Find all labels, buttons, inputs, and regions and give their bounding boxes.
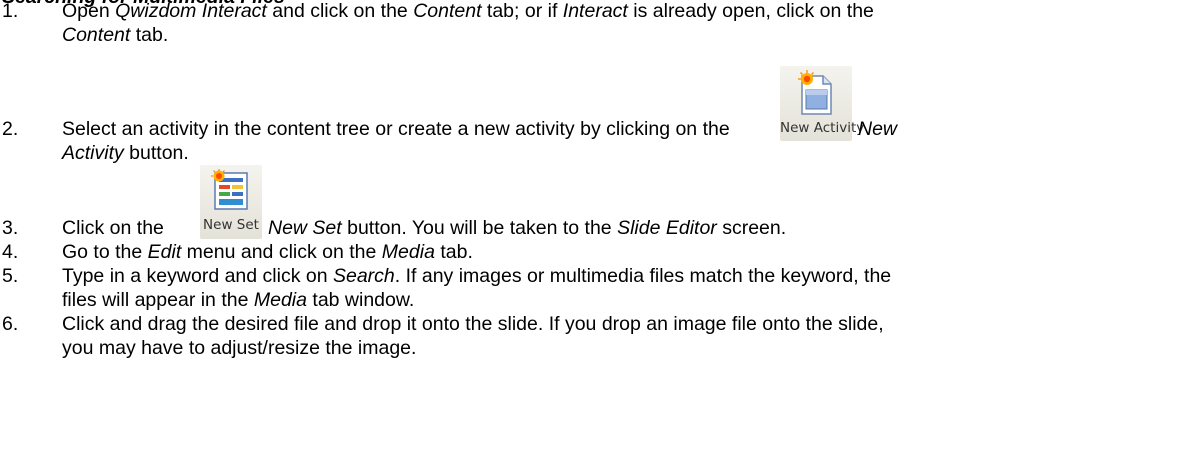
step-1-number: 1. bbox=[2, 0, 19, 22]
text-run: Click on the bbox=[62, 217, 164, 239]
text-run: Content bbox=[413, 0, 482, 22]
text-run: Type in a keyword and click on bbox=[62, 265, 333, 287]
text-run: New bbox=[858, 118, 898, 140]
step-4-number: 4. bbox=[2, 241, 19, 263]
text-run: Slide Editor bbox=[617, 217, 717, 239]
new-activity-label: New Activity bbox=[780, 120, 865, 136]
text-run: Edit bbox=[147, 241, 182, 263]
text-run: Click and drag the desired file and drop… bbox=[62, 313, 884, 335]
text-run: tab. bbox=[130, 24, 169, 46]
step-3-number: 3. bbox=[2, 217, 19, 239]
step-6-line-1: Click and drag the desired file and drop… bbox=[62, 313, 884, 336]
step-4-line-1: Go to the Edit menu and click on the Med… bbox=[62, 241, 473, 264]
text-run: New Set bbox=[268, 217, 342, 239]
step-5-number: 5. bbox=[2, 265, 19, 287]
step-5-line-1: Type in a keyword and click on Search. I… bbox=[62, 265, 891, 288]
text-run: Qwizdom Interact bbox=[115, 0, 267, 22]
step-2-after-button: New bbox=[858, 118, 897, 141]
step-1-line-1: Open Qwizdom Interact and click on the C… bbox=[62, 0, 874, 23]
step-2-number: 2. bbox=[2, 118, 19, 140]
step-2-line-2: Activity button. bbox=[62, 142, 189, 165]
text-run: you may have to adjust/resize the image. bbox=[62, 337, 417, 359]
new-set-icon bbox=[211, 169, 248, 210]
text-run: button. bbox=[123, 142, 189, 164]
text-run: and click on the bbox=[266, 0, 414, 22]
step-5-line-2: files will appear in the Media tab windo… bbox=[62, 289, 414, 312]
text-run: Select an activity in the content tree o… bbox=[62, 118, 730, 140]
step-3-after-button: New Set button. You will be taken to the… bbox=[268, 217, 786, 240]
new-set-label: New Set bbox=[203, 217, 259, 233]
new-activity-icon bbox=[798, 70, 832, 115]
text-run: button. You will be taken to the bbox=[341, 217, 618, 239]
text-run: Interact bbox=[562, 0, 628, 22]
text-run: files will appear in the bbox=[62, 289, 254, 311]
text-run: Search bbox=[332, 265, 395, 287]
text-run: menu and click on the bbox=[181, 241, 382, 263]
text-run: Go to the bbox=[62, 241, 148, 263]
step-1-line-2: Content tab. bbox=[62, 24, 168, 47]
text-run: Media bbox=[381, 241, 435, 263]
text-run: tab; or if bbox=[481, 0, 563, 22]
text-run: tab. bbox=[434, 241, 473, 263]
new-set-button[interactable]: New Set bbox=[200, 165, 262, 239]
text-run: Media bbox=[253, 289, 307, 311]
text-run: . If any images or multimedia files matc… bbox=[394, 265, 892, 287]
new-activity-button[interactable]: New Activity bbox=[780, 66, 865, 141]
step-2-line-1: Select an activity in the content tree o… bbox=[62, 118, 730, 141]
text-run: screen. bbox=[716, 217, 787, 239]
step-6-number: 6. bbox=[2, 313, 19, 335]
text-run: Content bbox=[62, 24, 131, 46]
step-3-line-1: Click on the bbox=[62, 217, 164, 240]
step-6-line-2: you may have to adjust/resize the image. bbox=[62, 337, 416, 360]
text-run: Open bbox=[62, 0, 116, 22]
text-run: Activity bbox=[62, 142, 124, 164]
text-run: tab window. bbox=[306, 289, 415, 311]
text-run: is already open, click on the bbox=[627, 0, 874, 22]
